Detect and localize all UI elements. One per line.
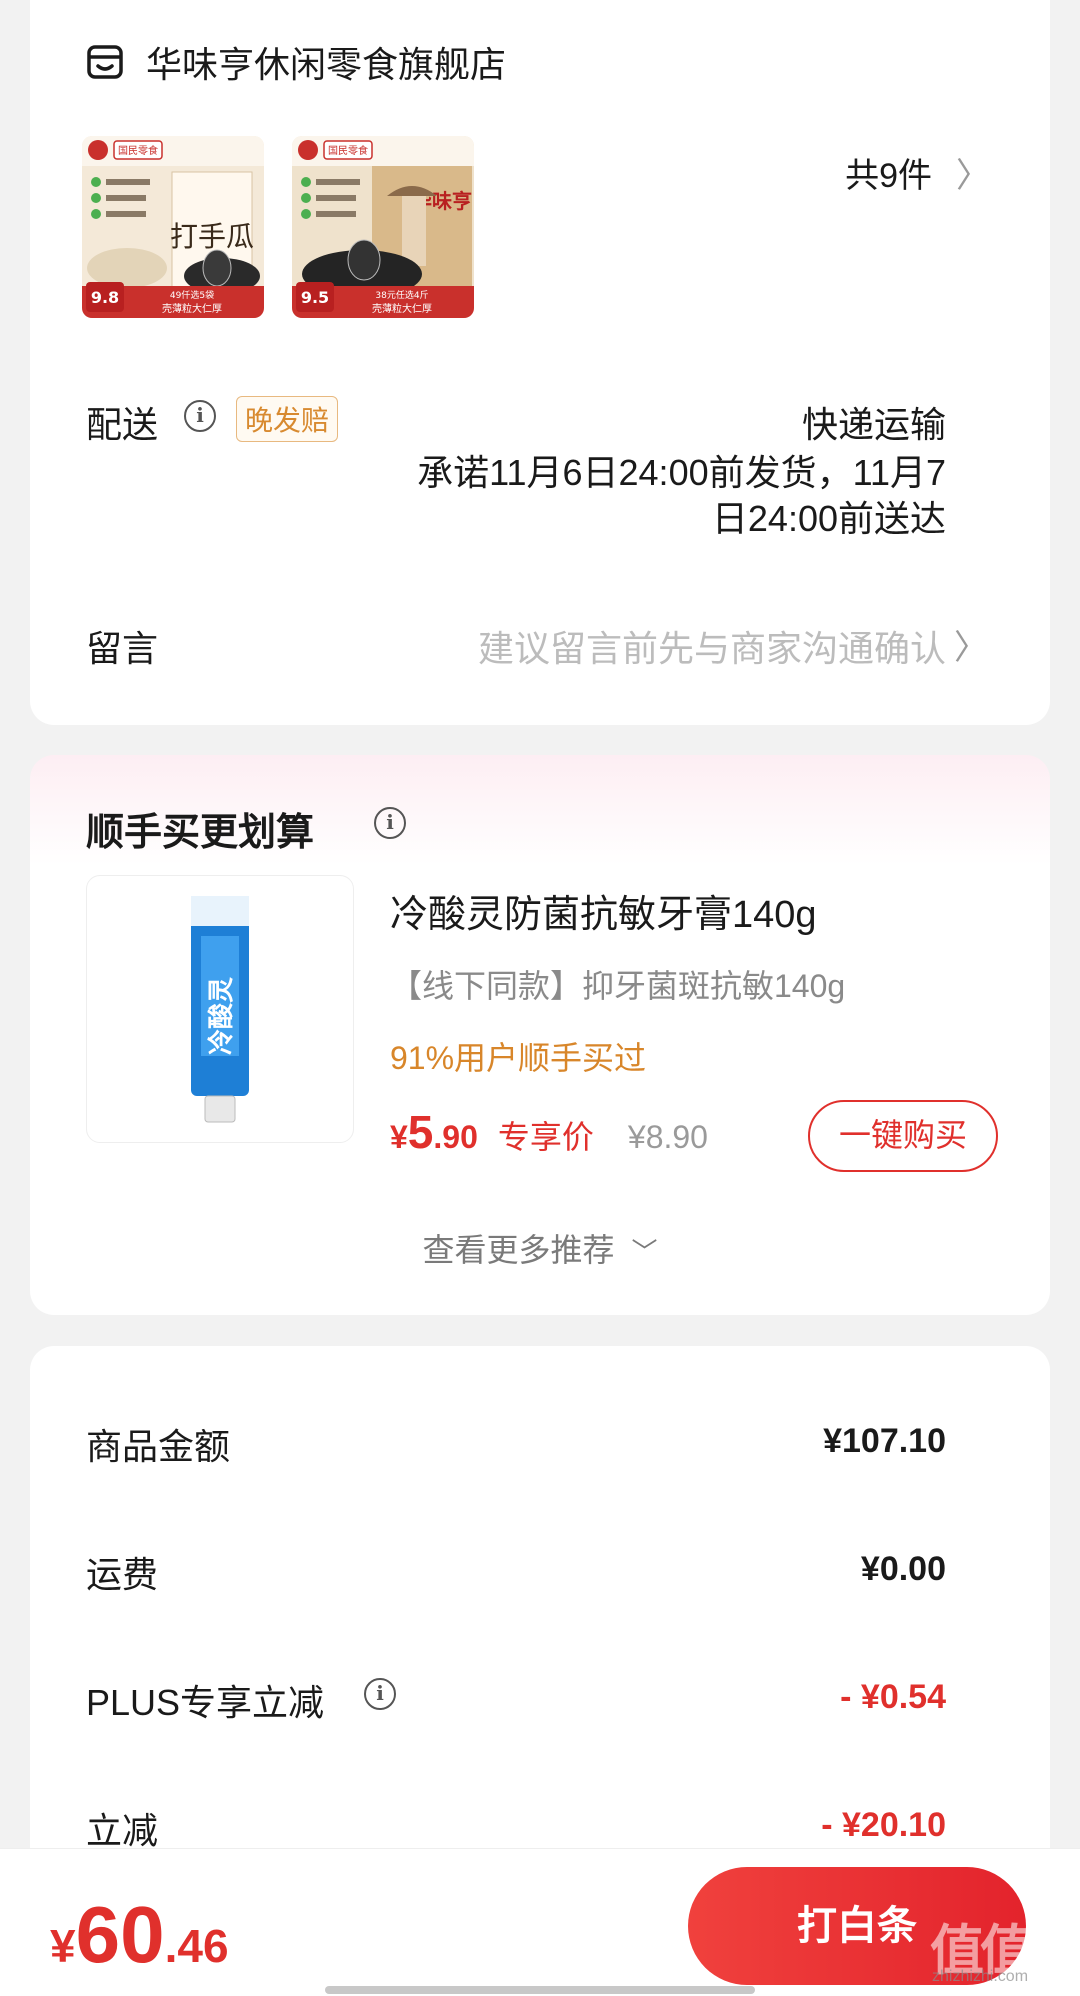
thumb-2-promo: 38元任选4斤 [375,289,428,301]
shipping-promise: 承诺11月6日24:00前发货，11月7日24:00前送达 [417,452,946,539]
more-recommendations-label: 查看更多推荐 [422,1232,615,1268]
total-integer: 60 [75,1890,165,1979]
note-label: 留言 [86,628,159,669]
item-count-link[interactable]: 共9件 〉 [845,148,990,197]
price-decimal: .90 [433,1119,478,1155]
info-icon[interactable]: i [364,1678,396,1710]
toothpaste-tube-text: 冷酸灵 [206,977,237,1055]
order-total: ¥ 60 .46 [50,1889,229,1981]
plus-discount-value: - ¥0.54 [840,1678,946,1716]
thumb-2-tag: 壳薄粒大仁厚 [372,302,432,315]
upsell-price-row: ¥ 5 .90 专享价 ¥8.90 [390,1105,708,1159]
instant-discount-label: 立减 [86,1810,159,1851]
total-currency: ¥ [50,1920,76,1972]
item-count: 共9件 [845,157,932,195]
chevron-right-icon: 〉 [956,157,990,195]
store-header[interactable]: 华味亨休闲零食旗舰店 [86,36,506,88]
shipping-fee-value: ¥0.00 [860,1550,946,1588]
shipping-method: 快递运输 [801,404,946,445]
info-icon[interactable]: i [184,400,216,432]
delivery-label: 配送 [86,404,159,445]
shipping-fee-label: 运费 [86,1554,159,1595]
thumb-1-brand: 国民零食 [118,144,158,157]
product-thumb-1[interactable]: 国民零食 打手瓜 9.8 49仟选5袋 壳薄粒大仁厚 [82,136,264,318]
thumb-1-price: 9.8 [91,288,119,307]
more-recommendations-link[interactable]: 查看更多推荐 ﹀ [30,1225,1050,1271]
plus-discount-label: PLUS专享立减 [86,1682,325,1723]
upsell-card: 顺手买更划算 i 冷酸灵 冷酸灵防菌抗敏牙膏140g 【线下同款】抑牙菌斑抗敏1… [30,755,1050,1315]
total-decimal: .46 [164,1920,229,1972]
upsell-product-name[interactable]: 冷酸灵防菌抗敏牙膏140g [390,883,817,938]
chevron-right-icon: 〉 [954,629,988,667]
thumb-1-promo: 49仟选5袋 [170,289,214,301]
store-name: 华味亨休闲零食旗舰店 [146,44,507,85]
watermark-url: zhizhizhi.com [932,1968,1029,1985]
exclusive-price-tag: 专享价 [497,1119,594,1155]
price-integer: 5 [407,1106,434,1158]
upsell-title: 顺手买更划算 [86,812,315,854]
instant-discount-value: - ¥20.10 [821,1806,946,1844]
chevron-down-icon: ﹀ [631,1237,658,1267]
info-icon[interactable]: i [374,807,406,839]
goods-amount-label: 商品金额 [86,1426,231,1467]
product-thumb-2[interactable]: 国民零食 华味亨 9.5 38元任选4斤 壳薄粒大仁厚 [292,136,474,318]
goods-amount-value: ¥107.10 [823,1422,946,1460]
home-indicator[interactable] [325,1986,755,1994]
thumb-2-price: 9.5 [301,288,329,307]
thumb-1-tag: 壳薄粒大仁厚 [162,302,222,315]
upsell-product-desc: 【线下同款】抑牙菌斑抗敏140g [390,968,846,1004]
store-icon [87,45,123,79]
original-price: ¥8.90 [627,1119,708,1155]
late-compensation-badge: 晚发赔 [236,396,339,442]
price-currency: ¥ [390,1119,408,1155]
upsell-product-image[interactable]: 冷酸灵 [86,875,354,1143]
upsell-social-proof: 91%用户顺手买过 [390,1040,647,1076]
one-click-buy-button[interactable]: 一键购买 [808,1100,998,1172]
checkout-bar: ¥ 60 .46 打白条 [0,1848,1080,1996]
note-placeholder: 建议留言前先与商家沟通确认 [477,628,946,669]
store-card: 华味亨休闲零食旗舰店 国民零食 打手瓜 9.8 49仟选5袋 壳薄粒大仁厚 国民… [30,0,1050,725]
thumb-1-art-text: 打手瓜 [170,220,254,253]
thumb-2-brand: 国民零食 [328,144,368,157]
